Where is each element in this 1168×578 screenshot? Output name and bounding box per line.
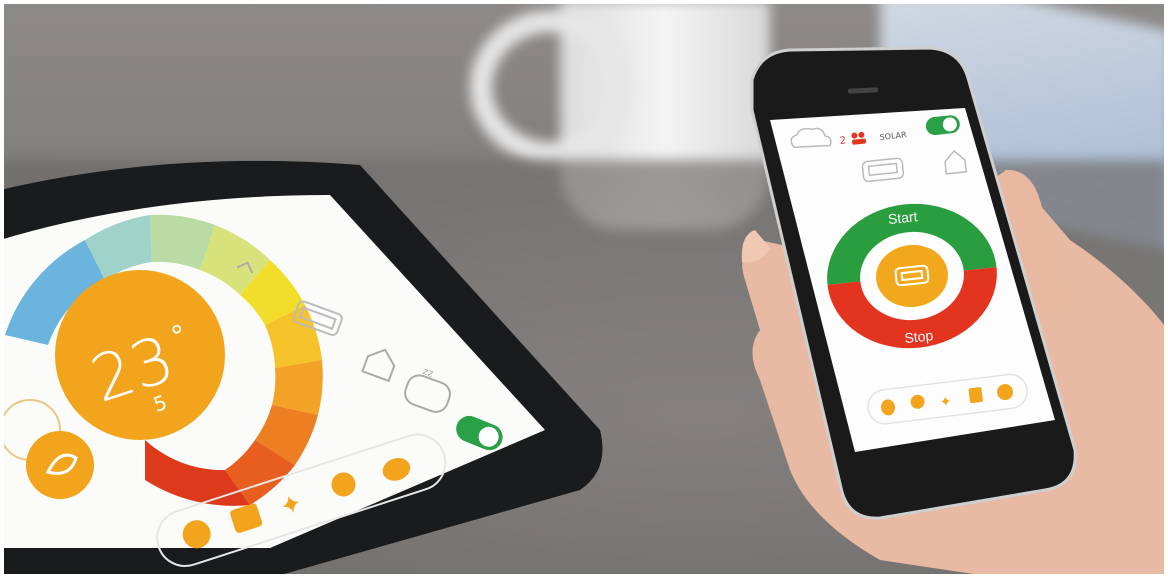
- photo-scene: 23 5 ° zz ✦ 2 SOLAR Start Stop ✦: [0, 0, 1168, 578]
- thumb: [1003, 169, 1068, 314]
